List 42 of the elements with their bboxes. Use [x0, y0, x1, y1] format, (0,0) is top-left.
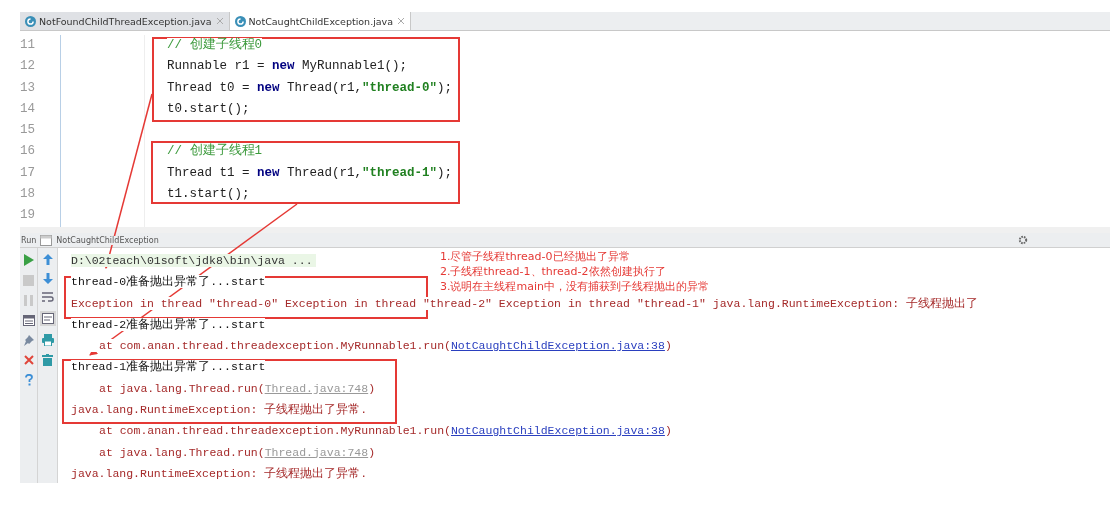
console-output: thread-0准备抛出异常了...start [71, 275, 266, 289]
close-icon[interactable] [214, 18, 225, 24]
console-output: thread-1准备抛出异常了...start [71, 360, 266, 374]
line-number: 18 [20, 186, 36, 204]
run-icon[interactable] [23, 254, 34, 266]
file-tab[interactable]: NotCaughtChildException.java [229, 12, 412, 30]
console-command: D:\02teach\01soft\jdk8\bin\java ... [71, 254, 316, 267]
console-error: java.lang.RuntimeException: 子线程抛出了异常. [71, 466, 368, 480]
up-arrow-icon[interactable] [42, 254, 53, 265]
run-label: Run [21, 235, 37, 245]
pin-icon[interactable] [23, 335, 34, 346]
soft-wrap-icon[interactable] [41, 292, 54, 303]
help-icon[interactable] [24, 374, 33, 386]
line-number: 13 [20, 79, 36, 97]
source-link[interactable]: NotCaughtChildException.java:38 [450, 424, 665, 438]
run-configuration-tab[interactable]: NotCaughtChildException [56, 235, 159, 245]
line-number: 15 [20, 122, 36, 140]
line-number: 16 [20, 143, 36, 161]
java-class-icon [25, 15, 36, 27]
settings-icon[interactable] [1018, 235, 1028, 245]
line-number: 11 [20, 37, 36, 54]
trash-icon[interactable] [42, 354, 53, 366]
print-icon[interactable] [41, 334, 54, 346]
console-error: java.lang.RuntimeException: 子线程抛出了异常. [71, 403, 368, 417]
java-class-icon [234, 15, 246, 27]
close-icon[interactable] [23, 355, 34, 365]
tab-label: NotCaughtChildException.java [248, 15, 394, 27]
file-tab[interactable]: NotFoundChildThreadException.java [20, 12, 230, 30]
close-icon[interactable] [396, 18, 407, 24]
down-arrow-icon[interactable] [42, 273, 53, 284]
console-error: Exception in thread "thread-0" Exception in thread "thread-2" Exception in thread "thread-1" java.lang.RuntimeException: 子线程抛出了 [71, 296, 979, 310]
line-number: 12 [20, 58, 36, 76]
annotation-note: 1.尽管子线程thread-0已经抛出了异常 [440, 249, 631, 264]
annotation-note: 3.说明在主线程main中，没有捕获到子线程抛出的异常 [440, 279, 709, 294]
line-number: 19 [20, 207, 36, 225]
line-number: 17 [20, 164, 36, 182]
annotation-note: 2.子线程thread-1、thread-2依然创建执行了 [440, 264, 667, 279]
scroll-to-end-icon[interactable] [39, 311, 56, 326]
source-link[interactable]: NotCaughtChildException.java:38 [450, 339, 665, 353]
layout-icon[interactable] [22, 315, 35, 326]
line-number: 14 [20, 100, 36, 118]
tab-label: NotFoundChildThreadException.java [39, 15, 212, 27]
